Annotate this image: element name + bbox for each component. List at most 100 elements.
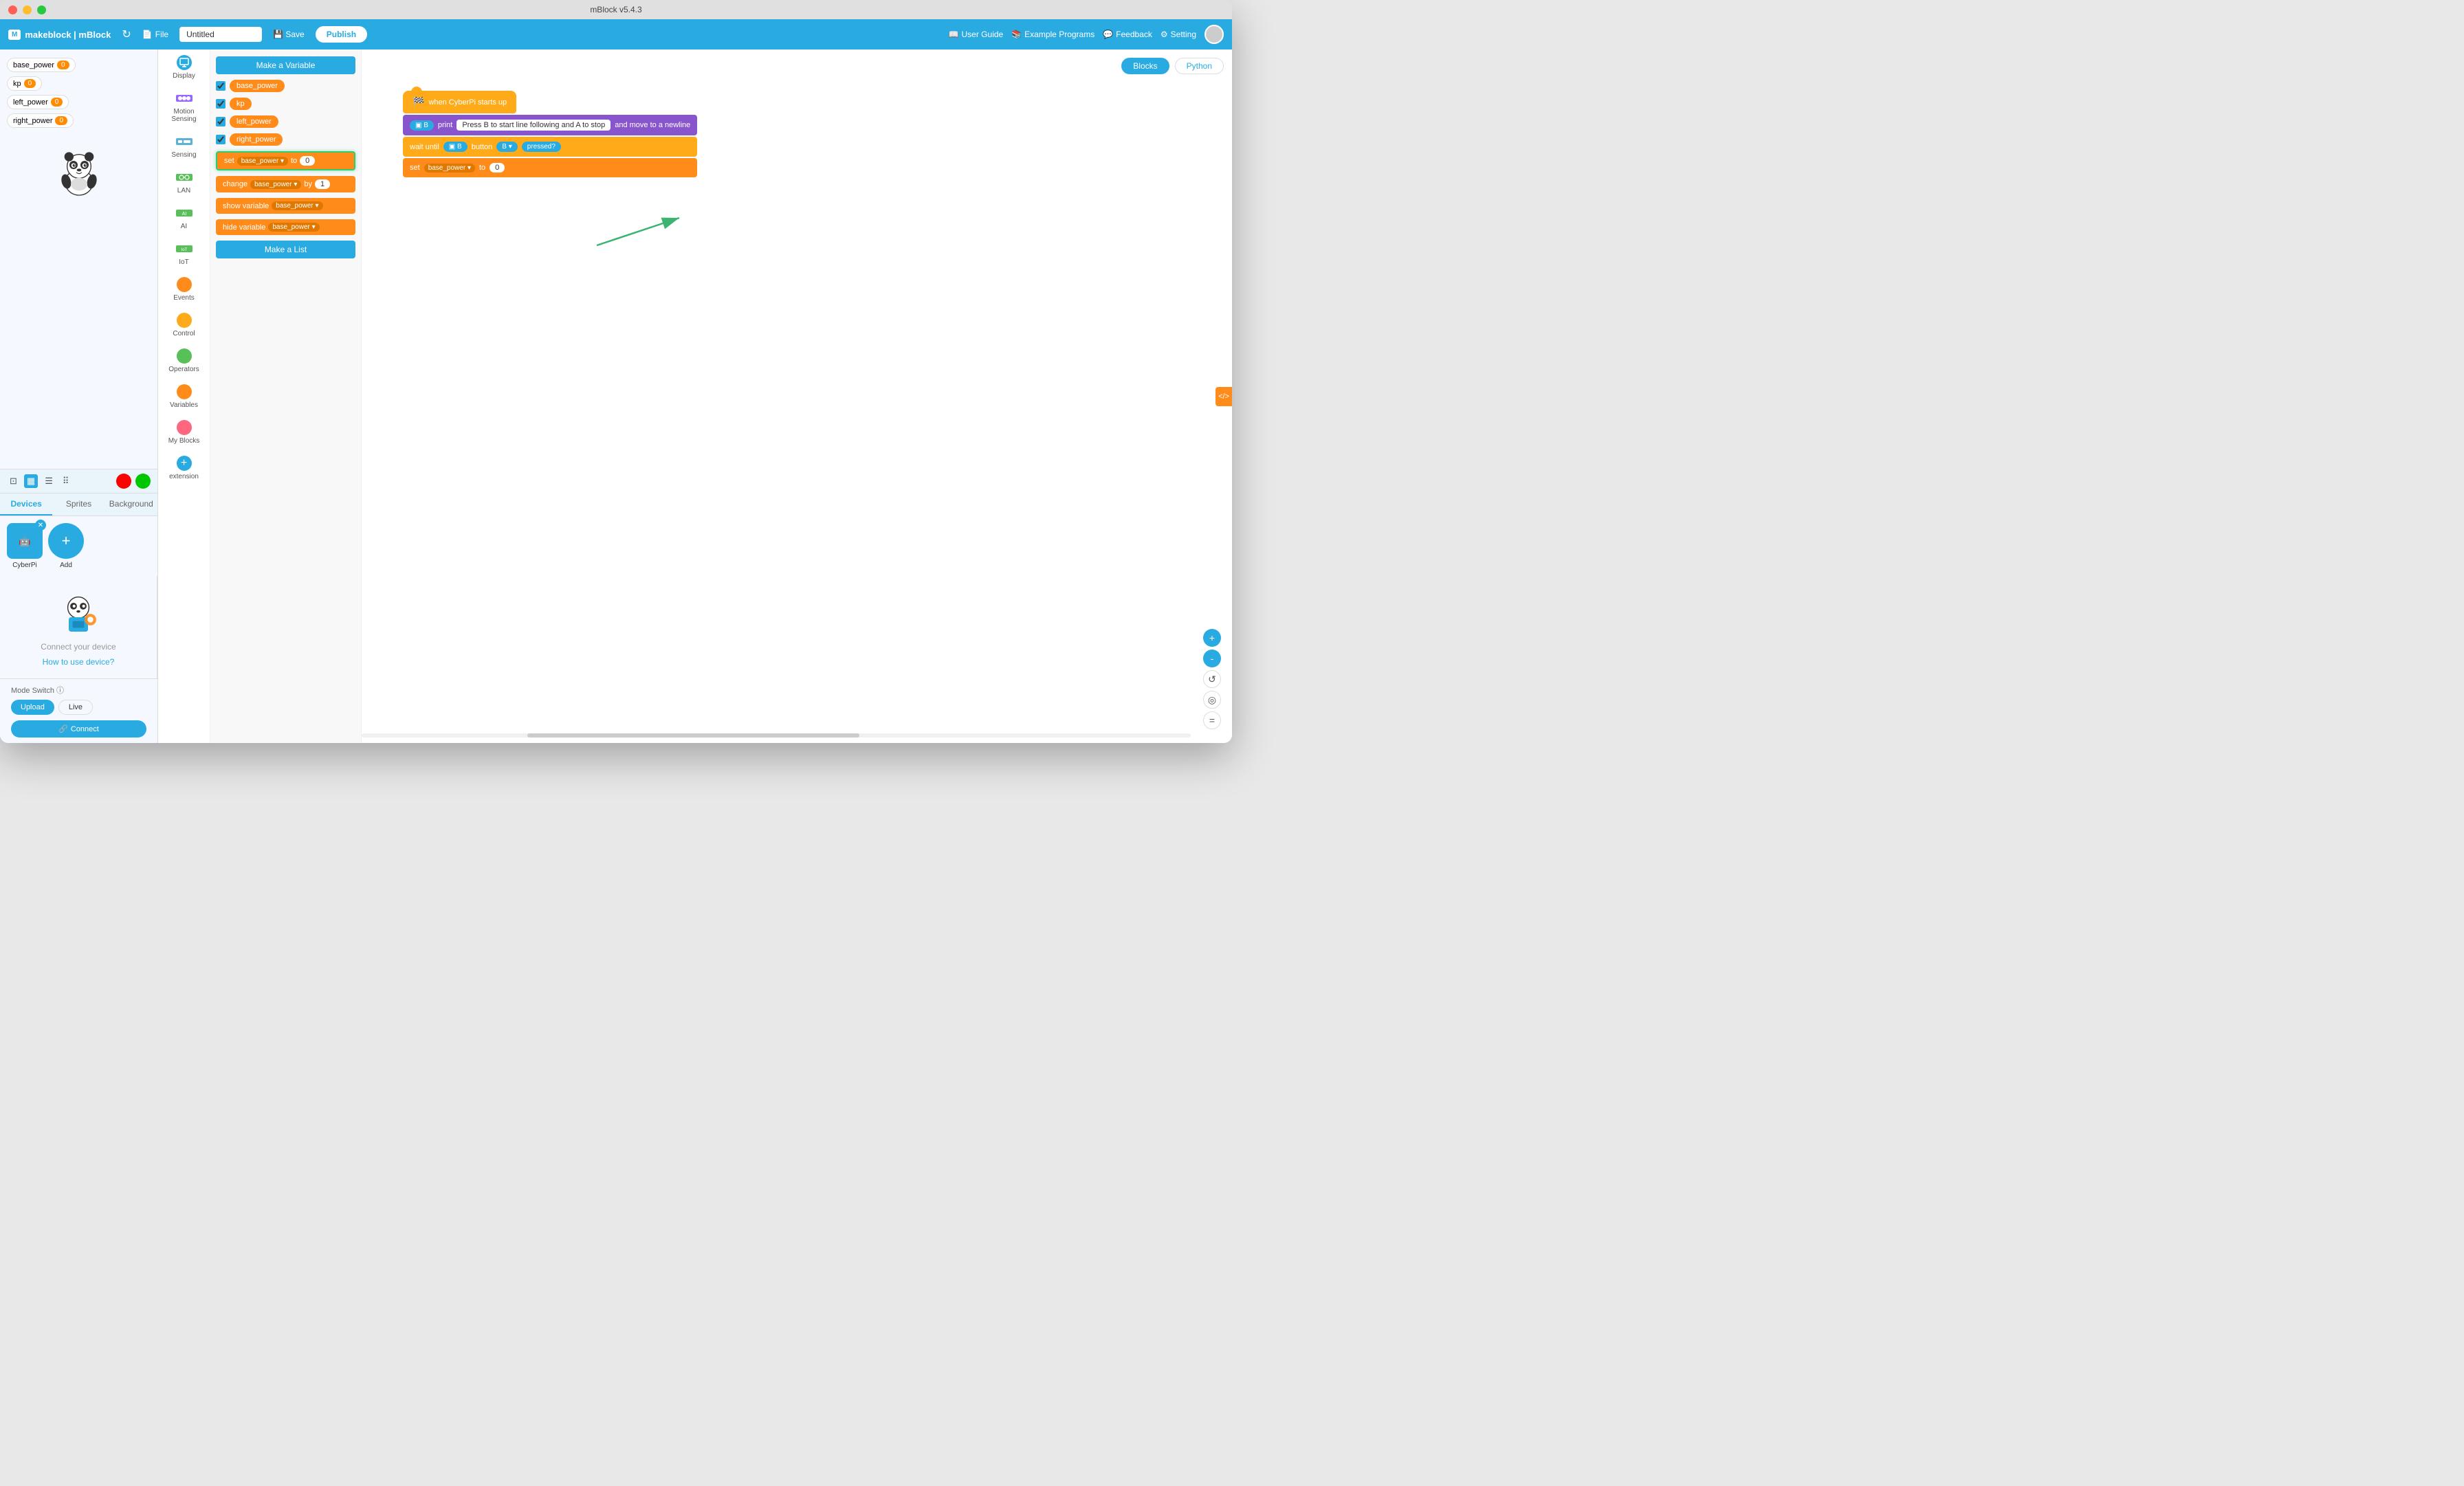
- show-var-dropdown[interactable]: base_power ▾: [272, 201, 322, 210]
- zoom-controls: + - ↺ ◎ =: [1203, 629, 1221, 729]
- cat-motion-sensing[interactable]: Motion Sensing: [158, 85, 210, 129]
- cat-control[interactable]: Control: [158, 307, 210, 343]
- tab-background[interactable]: Background: [105, 494, 157, 515]
- go-button[interactable]: [135, 474, 151, 489]
- equals-btn[interactable]: =: [1203, 711, 1221, 729]
- user-guide-button[interactable]: 📖 User Guide: [949, 30, 1004, 39]
- scrollbar-thumb[interactable]: [527, 733, 859, 738]
- set-block-var[interactable]: base_power ▾: [424, 164, 475, 173]
- var-chip-block-kp[interactable]: kp: [230, 98, 252, 110]
- show-variable-block[interactable]: show variable base_power ▾: [216, 198, 355, 214]
- live-mode-btn[interactable]: Live: [58, 700, 93, 715]
- code-toggle-btn[interactable]: </>: [1216, 387, 1232, 406]
- project-title-input[interactable]: [179, 27, 262, 42]
- device-close-btn[interactable]: ✕: [35, 520, 46, 531]
- cat-lan[interactable]: LAN: [158, 164, 210, 200]
- tab-devices[interactable]: Devices: [0, 494, 52, 515]
- make-variable-btn[interactable]: Make a Variable: [216, 56, 355, 74]
- var-chip-block-base-power[interactable]: base_power: [230, 80, 285, 92]
- stop-button[interactable]: [116, 474, 131, 489]
- flag-icon: 🏁: [412, 96, 424, 108]
- reset-zoom-btn[interactable]: ↺: [1203, 670, 1221, 688]
- code-block-area: 🏁 when CyberPi starts up ▣ B print Press…: [403, 91, 697, 177]
- toolbar-right: 📖 User Guide 📚 Example Programs 💬 Feedba…: [949, 25, 1224, 44]
- cat-events-label: Events: [173, 294, 195, 302]
- close-button[interactable]: [8, 5, 17, 14]
- print-block[interactable]: ▣ B print Press B to start line followin…: [403, 115, 697, 135]
- tab-sprites[interactable]: Sprites: [52, 494, 104, 515]
- var-chip-right-power[interactable]: right_power 0: [7, 113, 74, 128]
- fit-btn[interactable]: ◎: [1203, 691, 1221, 709]
- connect-device-btn[interactable]: 🔗 Connect: [11, 720, 146, 738]
- var-chip-kp[interactable]: kp 0: [7, 76, 42, 91]
- cat-variables-label: Variables: [170, 401, 198, 409]
- var-chip-base-power[interactable]: base_power 0: [7, 58, 76, 72]
- cyberpi-device[interactable]: 🤖 ✕ CyberPi: [7, 523, 43, 569]
- upload-mode-btn[interactable]: Upload: [11, 700, 54, 715]
- change-var-dropdown[interactable]: base_power ▾: [250, 180, 301, 189]
- cat-events[interactable]: Events: [158, 271, 210, 307]
- setting-button[interactable]: ⚙ Setting: [1160, 30, 1196, 39]
- horizontal-scrollbar[interactable]: [362, 733, 1191, 738]
- cyberpi-icon[interactable]: 🤖 ✕: [7, 523, 43, 559]
- view-expand-btn[interactable]: ⊡: [7, 474, 20, 488]
- refresh-icon[interactable]: ↻: [122, 27, 131, 41]
- save-button[interactable]: 💾 Save: [267, 27, 310, 42]
- var-row-kp: kp: [216, 98, 355, 110]
- hide-var-dropdown[interactable]: base_power ▾: [268, 223, 319, 232]
- view-grid-btn[interactable]: ▦: [24, 474, 38, 488]
- title-bar: mBlock v5.4.3: [0, 0, 1232, 19]
- panel-tabs: Devices Sprites Background: [0, 494, 157, 516]
- cat-extension[interactable]: + extension: [158, 450, 210, 486]
- cat-variables[interactable]: Variables: [158, 379, 210, 414]
- lan-icon: [175, 170, 194, 185]
- cat-motion-label: Motion Sensing: [161, 108, 207, 123]
- minimize-button[interactable]: [23, 5, 32, 14]
- file-menu[interactable]: 📄 File: [137, 27, 174, 42]
- set-base-power-block[interactable]: set base_power ▾ to 0: [403, 158, 697, 177]
- var-chip-block-left-power[interactable]: left_power: [230, 115, 278, 128]
- variables-icon: [177, 384, 192, 399]
- how-to-link[interactable]: How to use device?: [43, 657, 115, 667]
- when-block[interactable]: 🏁 when CyberPi starts up: [403, 91, 516, 113]
- change-block[interactable]: change base_power ▾ by 1: [216, 176, 355, 192]
- var-check-kp[interactable]: [216, 99, 226, 109]
- gear-icon: ⚙: [1160, 30, 1168, 39]
- var-check-right-power[interactable]: [216, 135, 226, 144]
- cat-display[interactable]: Display: [158, 49, 210, 85]
- view-dots-btn[interactable]: ⠿: [60, 474, 72, 488]
- fullscreen-button[interactable]: [37, 5, 46, 14]
- view-list-btn[interactable]: ☰: [42, 474, 56, 488]
- var-check-base-power[interactable]: [216, 81, 226, 91]
- cat-operators[interactable]: Operators: [158, 343, 210, 379]
- cat-iot[interactable]: IoT IoT: [158, 236, 210, 271]
- cat-ai-label: AI: [181, 223, 187, 230]
- hide-variable-block[interactable]: hide variable base_power ▾: [216, 219, 355, 235]
- zoom-out-btn[interactable]: -: [1203, 650, 1221, 667]
- feedback-button[interactable]: 💬 Feedback: [1103, 30, 1152, 39]
- wait-button[interactable]: B ▾: [496, 142, 517, 152]
- pressed-pill: pressed?: [522, 142, 561, 152]
- example-icon: 📚: [1011, 30, 1022, 39]
- set-var-dropdown[interactable]: base_power ▾: [237, 157, 288, 166]
- set-block[interactable]: set base_power ▾ to 0: [216, 151, 355, 170]
- svg-text:AI: AI: [182, 212, 186, 217]
- cat-my-blocks[interactable]: My Blocks: [158, 414, 210, 450]
- make-list-btn[interactable]: Make a List: [216, 241, 355, 258]
- cat-sensing[interactable]: Sensing: [158, 129, 210, 164]
- add-device-btn[interactable]: +: [48, 523, 84, 559]
- save-icon: 💾: [273, 30, 283, 39]
- example-programs-button[interactable]: 📚 Example Programs: [1011, 30, 1094, 39]
- add-device-item[interactable]: + Add: [48, 523, 84, 569]
- var-chip-block-right-power[interactable]: right_power: [230, 133, 283, 146]
- zoom-in-btn[interactable]: +: [1203, 629, 1221, 647]
- blocks-tab-btn[interactable]: Blocks: [1121, 58, 1169, 74]
- var-chip-left-power[interactable]: left_power 0: [7, 95, 69, 109]
- python-tab-btn[interactable]: Python: [1175, 58, 1224, 74]
- var-check-left-power[interactable]: [216, 117, 226, 126]
- cat-ai[interactable]: AI AI: [158, 200, 210, 236]
- cat-display-label: Display: [173, 72, 195, 80]
- wait-until-block[interactable]: wait until ▣ B button B ▾ pressed?: [403, 137, 697, 157]
- user-avatar[interactable]: [1204, 25, 1224, 44]
- publish-button[interactable]: Publish: [316, 26, 367, 43]
